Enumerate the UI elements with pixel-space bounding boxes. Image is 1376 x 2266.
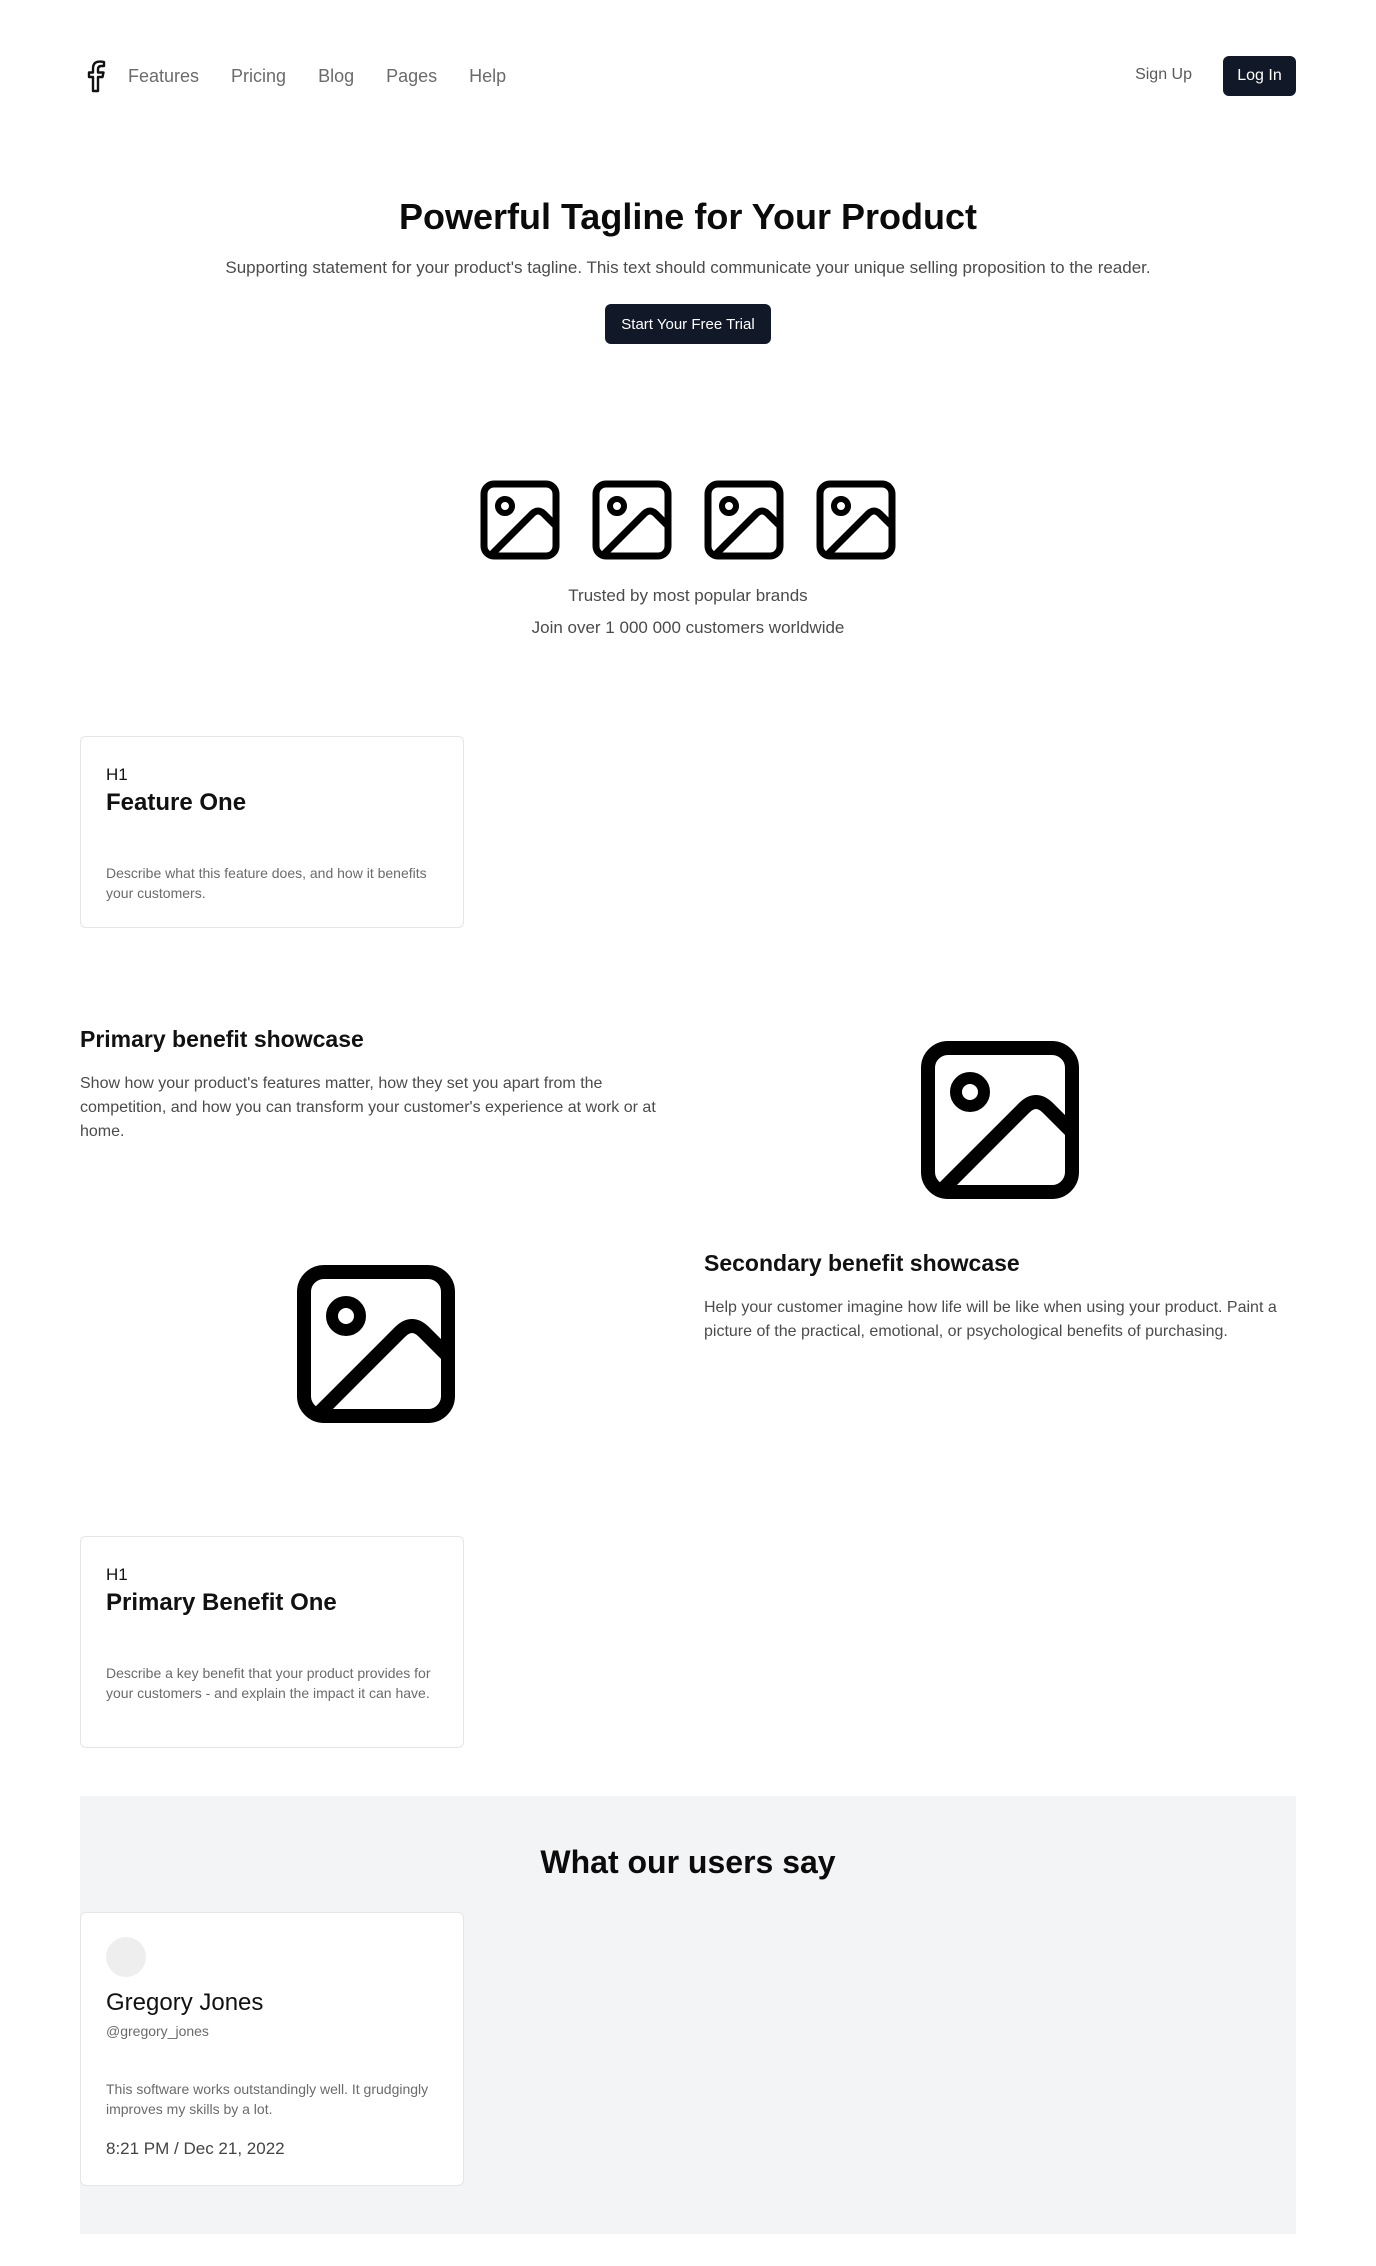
primary-showcase-description: Show how your product's features matter,… — [80, 1075, 656, 1140]
benefit-title: Primary Benefit One — [106, 1589, 337, 1616]
start-free-trial-button[interactable]: Start Your Free Trial — [605, 304, 771, 344]
image-icon — [592, 480, 672, 560]
brand-logos — [480, 480, 896, 560]
user-handle: @gregory_jones — [106, 2023, 209, 2039]
nav-link-features[interactable]: Features — [128, 66, 199, 87]
testimonial-card: Gregory Jones @gregory_jones This softwa… — [80, 1912, 464, 2186]
feature-card: H1 Feature One Describe what this featur… — [80, 736, 464, 928]
nav-links: Features Pricing Blog Pages Help — [128, 56, 538, 96]
nav-link-pages[interactable]: Pages — [386, 66, 437, 87]
nav-link-blog[interactable]: Blog — [318, 66, 354, 87]
heading-h1-icon: H1 — [106, 765, 128, 784]
benefit-card: H1 Primary Benefit One Describe a key be… — [80, 1536, 464, 1748]
feature-description: Describe what this feature does, and how… — [106, 865, 427, 901]
benefit-description: Describe a key benefit that your product… — [106, 1665, 431, 1701]
avatar — [106, 1937, 146, 1977]
image-icon — [704, 480, 784, 560]
image-icon — [480, 480, 560, 560]
image-icon — [816, 480, 896, 560]
feature-title: Feature One — [106, 789, 247, 816]
primary-showcase-title: Primary benefit showcase — [80, 1026, 364, 1052]
nav-link-pricing[interactable]: Pricing — [231, 66, 286, 87]
join-text: Join over 1 000 000 customers worldwide — [531, 618, 845, 637]
secondary-showcase-title: Secondary benefit showcase — [704, 1250, 1020, 1276]
user-name: Gregory Jones — [106, 1989, 264, 2016]
top-nav: Features Pricing Blog Pages Help Sign Up… — [80, 56, 1296, 96]
timestamp: 8:21 PM / Dec 21, 2022 — [106, 2139, 285, 2158]
heading-h1-icon: H1 — [106, 1565, 128, 1584]
facebook-icon[interactable] — [80, 59, 112, 93]
trusted-text: Trusted by most popular brands — [568, 586, 808, 605]
secondary-showcase-description: Help your customer imagine how life will… — [704, 1299, 1277, 1340]
nav-link-help[interactable]: Help — [469, 66, 506, 87]
image-icon — [296, 1264, 456, 1424]
testimonial-quote: This software works outstandingly well. … — [106, 2081, 429, 2117]
sign-up-link[interactable]: Sign Up — [1135, 66, 1192, 84]
image-icon — [920, 1040, 1080, 1200]
hero-title: Powerful Tagline for Your Product — [398, 196, 978, 237]
testimonials-title: What our users say — [540, 1844, 836, 1880]
testimonials-section: What our users say Gregory Jones @gregor… — [80, 1796, 1296, 2234]
log-in-button[interactable]: Log In — [1223, 56, 1296, 96]
hero-subtitle: Supporting statement for your product's … — [225, 258, 1151, 277]
